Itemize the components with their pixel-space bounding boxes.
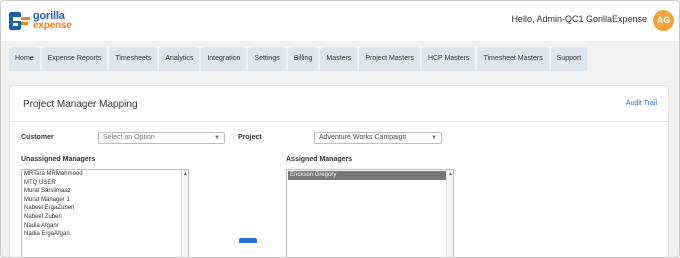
- project-label: Project: [238, 134, 262, 141]
- chevron-down-icon: ▼: [431, 135, 437, 141]
- list-item-selected[interactable]: Erickson Gregory: [288, 171, 452, 180]
- tab-timesheets[interactable]: Timesheets: [109, 47, 158, 71]
- user-greeting: Hello, Admin-QC1 GorillaExpense: [511, 14, 647, 24]
- scroll-up-icon[interactable]: ▲: [182, 171, 188, 177]
- logo-line-2: expense: [33, 20, 72, 31]
- app-window: gorilla expense Hello, Admin-QC1 Gorilla…: [0, 0, 680, 258]
- list-item[interactable]: Murat Sarslimaaz: [22, 187, 188, 196]
- header-divider: [10, 121, 668, 122]
- unassigned-managers-label: Unassigned Managers: [21, 156, 96, 163]
- scroll-up-icon[interactable]: ▲: [447, 171, 453, 177]
- move-buttons[interactable]: [239, 238, 257, 243]
- tab-masters[interactable]: Masters: [320, 47, 358, 71]
- brand-wordmark: gorilla expense: [33, 11, 72, 31]
- project-select[interactable]: Adventure Works Campaign ▼: [314, 132, 442, 144]
- page-title: Project Manager Mapping: [23, 99, 138, 110]
- mapping-card: Project Manager Mapping Audit Trail Cust…: [9, 85, 669, 257]
- list-item[interactable]: MTQ USER: [22, 179, 188, 188]
- list-item[interactable]: Murat Manager 1: [22, 196, 188, 205]
- assigned-list-scrollbar[interactable]: ▲: [446, 170, 453, 257]
- assigned-managers-label: Assigned Managers: [286, 156, 353, 163]
- tab-home[interactable]: Home: [9, 47, 40, 71]
- chevron-down-icon: ▼: [214, 135, 220, 141]
- audit-trail-link[interactable]: Audit Trail: [626, 100, 657, 107]
- unassigned-managers-list[interactable]: MRTara MRMahmood MTQ USER Murat Sarslima…: [21, 169, 189, 257]
- customer-select-placeholder: Select an Option: [103, 134, 155, 141]
- customer-select[interactable]: Select an Option ▼: [98, 132, 225, 144]
- tab-integration[interactable]: Integration: [201, 47, 247, 71]
- tab-timesheet-masters[interactable]: Timesheet Masters: [477, 47, 549, 71]
- tab-settings[interactable]: Settings: [248, 47, 286, 71]
- brand-logo[interactable]: gorilla expense: [9, 9, 72, 33]
- tab-analytics[interactable]: Analytics: [159, 47, 200, 71]
- list-item[interactable]: Nabeel ErgaZuberi: [22, 204, 188, 213]
- list-item[interactable]: Nadia Afganr: [22, 222, 188, 231]
- assigned-managers-list[interactable]: Erickson Gregory ▲: [286, 169, 454, 257]
- project-select-value: Adventure Works Campaign: [319, 134, 407, 141]
- list-item[interactable]: Nabeel Zuberi: [22, 213, 188, 222]
- tab-expense-reports[interactable]: Expense Reports: [41, 47, 108, 71]
- list-item[interactable]: MRTara MRMahmood: [22, 170, 188, 179]
- tab-hcp-masters[interactable]: HCP Masters: [421, 47, 476, 71]
- user-avatar[interactable]: AG: [653, 10, 674, 31]
- tab-billing[interactable]: Billing: [287, 47, 319, 71]
- customer-label: Customer: [21, 134, 54, 141]
- unassigned-list-scrollbar[interactable]: ▲: [181, 170, 188, 257]
- top-header: gorilla expense Hello, Admin-QC1 Gorilla…: [1, 1, 679, 41]
- tab-project-masters[interactable]: Project Masters: [359, 47, 420, 71]
- list-item[interactable]: Nadia ErgaAfgan: [22, 230, 188, 239]
- main-nav-tabs: Home Expense Reports Timesheets Analytic…: [9, 47, 589, 71]
- gorilla-logo-icon: [9, 11, 31, 31]
- tab-support[interactable]: Support: [550, 47, 588, 71]
